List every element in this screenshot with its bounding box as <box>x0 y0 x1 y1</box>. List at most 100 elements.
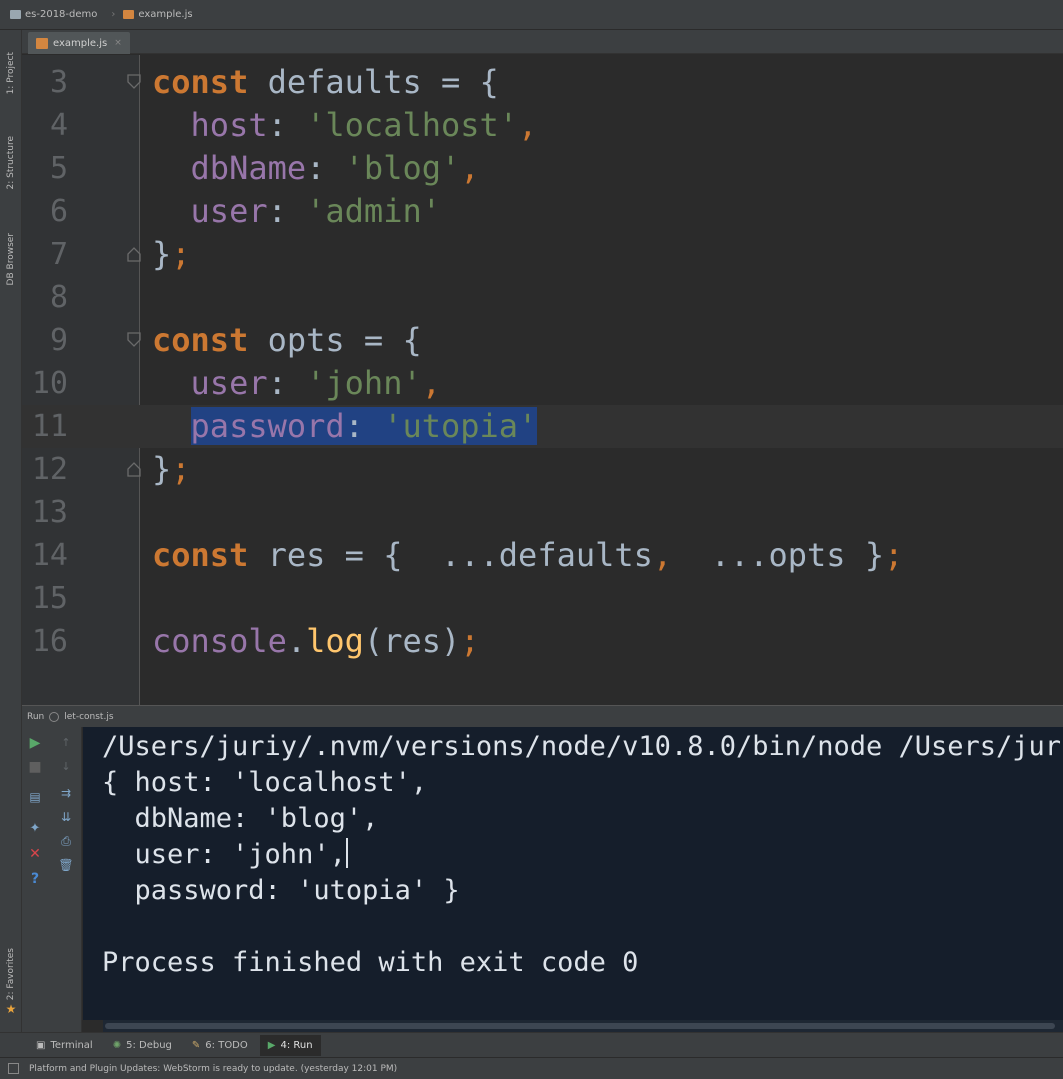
fold-close-icon[interactable] <box>126 245 142 263</box>
token-punc: , <box>518 106 538 144</box>
folder-icon <box>10 10 21 19</box>
token-fn: log <box>306 622 364 660</box>
console-line-text: password: 'utopia' } <box>102 875 460 906</box>
code-line[interactable]: 6 user: 'admin' <box>22 190 1063 233</box>
token-text: (res) <box>363 622 461 660</box>
bottom-tab-4-run[interactable]: ▶ 4: Run <box>259 1034 321 1056</box>
code-line[interactable]: 7}; <box>22 233 1063 276</box>
code-text: host: 'localhost', <box>152 104 538 147</box>
code-line[interactable]: 13 <box>22 491 1063 534</box>
token-punc: ; <box>460 622 480 660</box>
code-line[interactable]: 8 <box>22 276 1063 319</box>
tool-tab-structure-label: 2: Structure <box>6 136 16 190</box>
token-text: : <box>267 106 307 144</box>
code-line[interactable]: 14 const res = { ...defaults, ...opts }; <box>22 534 1063 577</box>
code-text: }; <box>152 233 191 276</box>
breadcrumb-file[interactable]: example.js <box>123 9 193 20</box>
token-text: } <box>152 450 172 488</box>
status-message[interactable]: Platform and Plugin Updates: WebStorm is… <box>29 1064 397 1074</box>
close-icon[interactable]: ✕ <box>27 846 43 862</box>
scroll-to-end-icon[interactable]: ⇊ <box>58 809 74 825</box>
token-punc: ; <box>171 450 191 488</box>
stop-icon[interactable]: ■ <box>27 759 43 775</box>
text-selection: password: 'utopia' <box>190 407 538 445</box>
token-punc: , <box>652 536 673 574</box>
console-line: password: 'utopia' } <box>102 873 460 909</box>
code-line[interactable]: 12}; <box>22 448 1063 491</box>
tool-windows-toggle-icon[interactable] <box>8 1063 19 1074</box>
code-line[interactable]: 9 const opts = { <box>22 319 1063 362</box>
token-punc: ; <box>884 536 904 574</box>
fold-close-icon[interactable] <box>126 460 142 478</box>
run-toolbar: ▶ ■ ▤ ✦ ✕ ? ↑ ↓ ⇉ ⇊ ⎙ 🗑 <box>22 727 82 1032</box>
code-line[interactable]: 10 user: 'john', <box>22 362 1063 405</box>
line-number: 7 <box>49 237 68 272</box>
breadcrumb-separator: › <box>111 9 116 20</box>
code-text: const defaults = { <box>152 61 499 104</box>
token-punc: ; <box>171 235 191 273</box>
tool-tab-structure[interactable]: 2: Structure <box>2 122 20 204</box>
console-horizontal-scrollbar[interactable] <box>103 1020 1063 1032</box>
bottom-tab-label: 5: Debug <box>126 1039 172 1051</box>
code-line[interactable]: 16 console.log(res); <box>22 620 1063 663</box>
token-text: res = { ...defaults <box>248 536 653 574</box>
token-text: opts = { <box>248 321 422 359</box>
fold-open-icon[interactable] <box>126 73 142 91</box>
console-line: dbName: 'blog', <box>102 801 379 837</box>
token-text: : <box>344 407 384 445</box>
console-line-text: Process finished with exit code 0 <box>102 947 639 978</box>
token-text: } <box>152 235 172 273</box>
code-line[interactable]: 11 password: 'utopia' <box>22 405 1063 448</box>
bottom-tab-5-debug[interactable]: ✺ 5: Debug <box>105 1035 180 1056</box>
token-kw: const <box>152 63 249 101</box>
token-text: : <box>306 149 345 187</box>
run-window-header: Run let-const.js <box>22 705 1063 727</box>
gear-icon[interactable] <box>49 711 60 722</box>
code-text: const opts = { <box>152 319 422 362</box>
code-line[interactable]: 5 dbName: 'blog', <box>22 147 1063 190</box>
code-text: console.log(res); <box>152 620 480 663</box>
fold-open-icon[interactable] <box>126 331 142 349</box>
editor-tab-bar: example.js × <box>22 30 1063 54</box>
bottom-tab-6-todo[interactable]: ✎ 6: TODO <box>184 1035 256 1056</box>
code-text: dbName: 'blog', <box>152 147 480 190</box>
editor-tab-example-js[interactable]: example.js × <box>28 32 130 54</box>
close-tab-icon[interactable]: × <box>114 38 122 48</box>
soft-wrap-icon[interactable]: ⇉ <box>58 785 74 801</box>
tool-tab-project[interactable]: 1: Project <box>2 38 20 108</box>
code-line[interactable]: 3 const defaults = { <box>22 61 1063 104</box>
code-editor[interactable]: 3 const defaults = {4 host: 'localhost', 5… <box>22 55 1063 705</box>
token-prop: host <box>190 106 268 144</box>
line-number: 12 <box>31 452 68 487</box>
navigation-bar: es-2018-demo › example.js <box>0 0 1063 30</box>
line-number: 13 <box>31 495 68 530</box>
run-console[interactable]: /Users/juriy/.nvm/versions/node/v10.8.0/… <box>83 727 1063 1020</box>
code-line[interactable]: 15 <box>22 577 1063 620</box>
js-file-icon <box>123 10 135 19</box>
tool-tab-favorites[interactable]: 2: Favorites ★ <box>2 940 20 1024</box>
pin-icon[interactable]: ✦ <box>27 821 43 837</box>
rerun-icon[interactable]: ▶ <box>27 735 43 751</box>
up-arrow-icon[interactable]: ↑ <box>58 735 74 751</box>
terminal-icon: ▣ <box>36 1039 46 1051</box>
code-line[interactable]: 4 host: 'localhost', <box>22 104 1063 147</box>
line-number: 4 <box>49 108 68 143</box>
token-kw: const <box>152 536 249 574</box>
line-number: 8 <box>49 280 68 315</box>
run-config-name[interactable]: let-const.js <box>64 712 113 722</box>
tool-tab-db-browser[interactable]: DB Browser <box>2 218 20 300</box>
bottom-tab-terminal[interactable]: ▣ Terminal <box>28 1035 101 1056</box>
bug-icon: ✺ <box>112 1039 122 1051</box>
down-arrow-icon[interactable]: ↓ <box>58 759 74 775</box>
layout-icon[interactable]: ▤ <box>27 789 43 805</box>
breadcrumb-project[interactable]: es-2018-demo <box>10 9 97 20</box>
bottom-tab-label: Terminal <box>50 1039 93 1051</box>
line-number: 11 <box>31 409 68 444</box>
console-line-text: { host: 'localhost', <box>102 767 428 798</box>
trash-icon[interactable]: 🗑 <box>58 857 74 873</box>
print-icon[interactable]: ⎙ <box>58 833 74 849</box>
scrollbar-thumb[interactable] <box>105 1023 1055 1029</box>
help-icon[interactable]: ? <box>27 871 43 887</box>
